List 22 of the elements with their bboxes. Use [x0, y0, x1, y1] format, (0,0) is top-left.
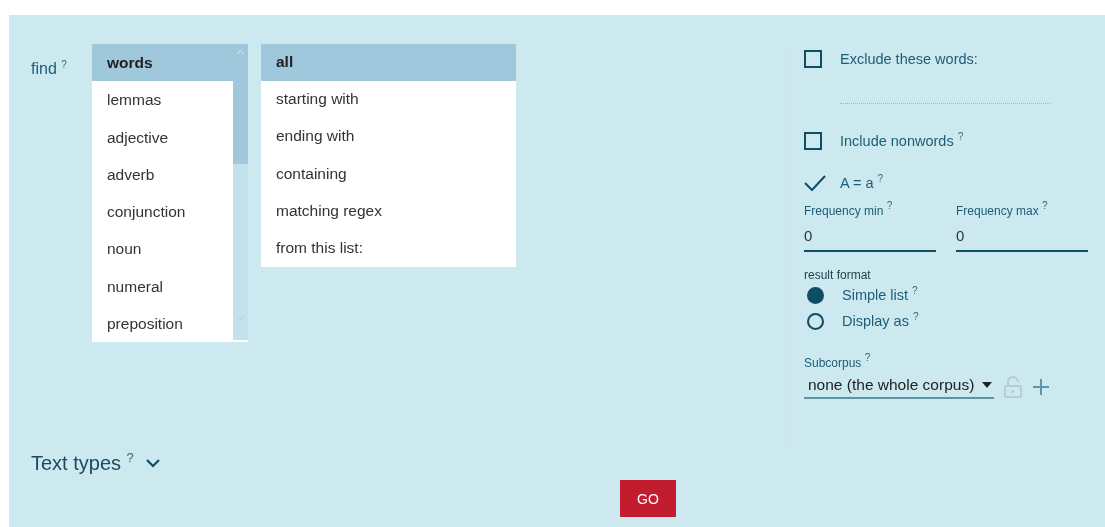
radio-label: Simple list $^{?}$ — [842, 287, 918, 303]
checkmark-icon[interactable] — [804, 175, 826, 191]
radio-label: Display as $^{?}$ — [842, 313, 919, 329]
checkbox-label: Include nonwords $^{?}$ — [840, 133, 964, 149]
checkbox-label: A = a $^{?}$ — [840, 175, 884, 191]
checkbox[interactable] — [804, 132, 822, 150]
caret-icon — [982, 382, 993, 388]
radio-button[interactable] — [807, 312, 824, 330]
go-button[interactable]: GO — [620, 480, 676, 517]
list-item[interactable]: all — [261, 44, 516, 82]
checkbox[interactable] — [804, 50, 822, 68]
chevron-icon[interactable] — [145, 459, 160, 468]
plus-icon[interactable] — [1032, 377, 1051, 396]
frequency-field[interactable]: 0 — [804, 218, 936, 252]
subcorpus-select[interactable]: none (the whole corpus) — [804, 374, 995, 399]
checkbox-label: Exclude these words: — [840, 51, 978, 67]
text-types-toggle[interactable]: Text types $^{?}$ — [31, 452, 134, 475]
find-label: find $^{?}$ — [31, 60, 68, 78]
frequency-field[interactable]: 0 — [956, 218, 1088, 252]
result-format-label: result format — [804, 268, 872, 282]
list-item[interactable]: words — [92, 44, 233, 82]
radio-button[interactable] — [807, 286, 824, 304]
